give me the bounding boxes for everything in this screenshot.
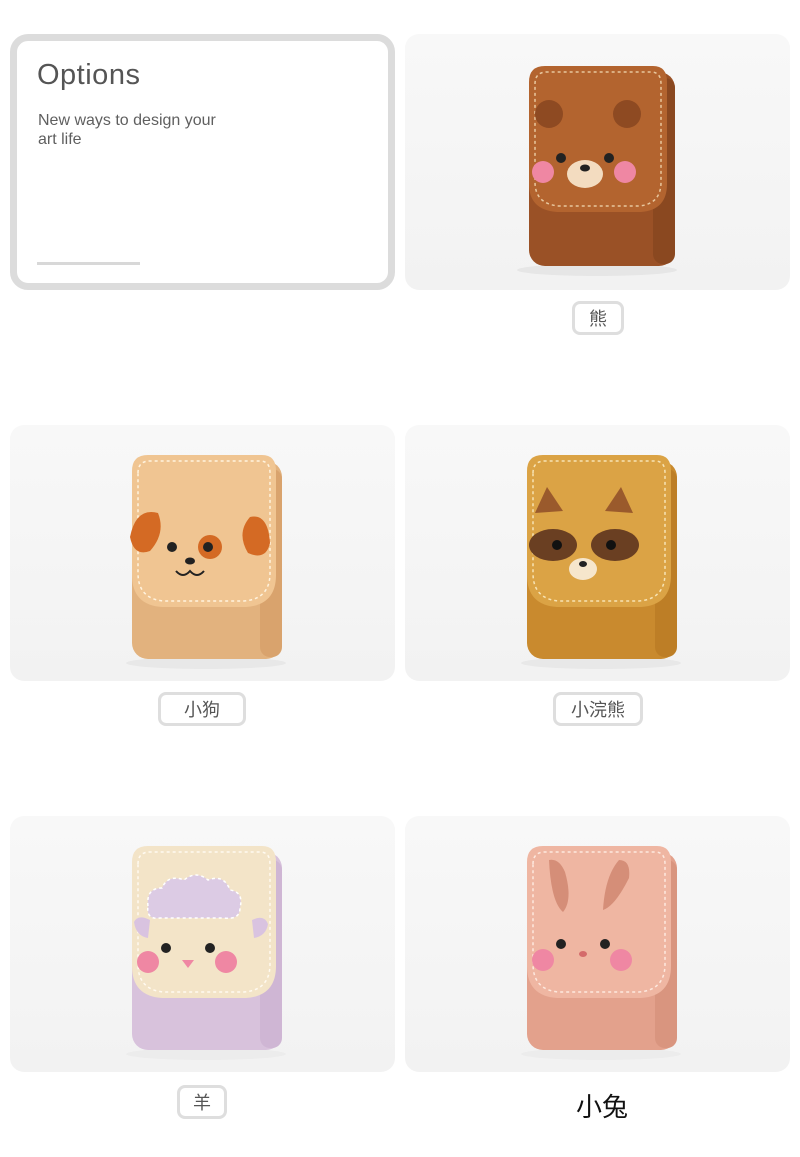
option-label-rabbit[interactable]: 小兔 bbox=[576, 1087, 628, 1124]
bear-pouch-image bbox=[517, 66, 677, 276]
option-tile-rabbit[interactable] bbox=[405, 816, 790, 1072]
option-tile-bear[interactable] bbox=[405, 34, 790, 290]
option-tile-sheep[interactable] bbox=[10, 816, 395, 1072]
raccoon-pouch-image bbox=[521, 455, 681, 669]
options-intro-card: Options New ways to design your art life bbox=[10, 34, 395, 290]
option-tile-dog[interactable] bbox=[10, 425, 395, 681]
options-subtitle: New ways to design your art life bbox=[38, 112, 216, 148]
divider bbox=[37, 262, 140, 265]
option-label-dog[interactable]: 小狗 bbox=[158, 692, 246, 726]
option-label-bear[interactable]: 熊 bbox=[572, 301, 624, 335]
option-label-raccoon[interactable]: 小浣熊 bbox=[553, 692, 643, 726]
options-title: Options bbox=[37, 59, 141, 91]
option-label-sheep[interactable]: 羊 bbox=[177, 1085, 227, 1119]
dog-pouch-image bbox=[126, 455, 286, 669]
rabbit-pouch-image bbox=[521, 846, 681, 1060]
sheep-pouch-image bbox=[126, 846, 286, 1060]
option-tile-raccoon[interactable] bbox=[405, 425, 790, 681]
